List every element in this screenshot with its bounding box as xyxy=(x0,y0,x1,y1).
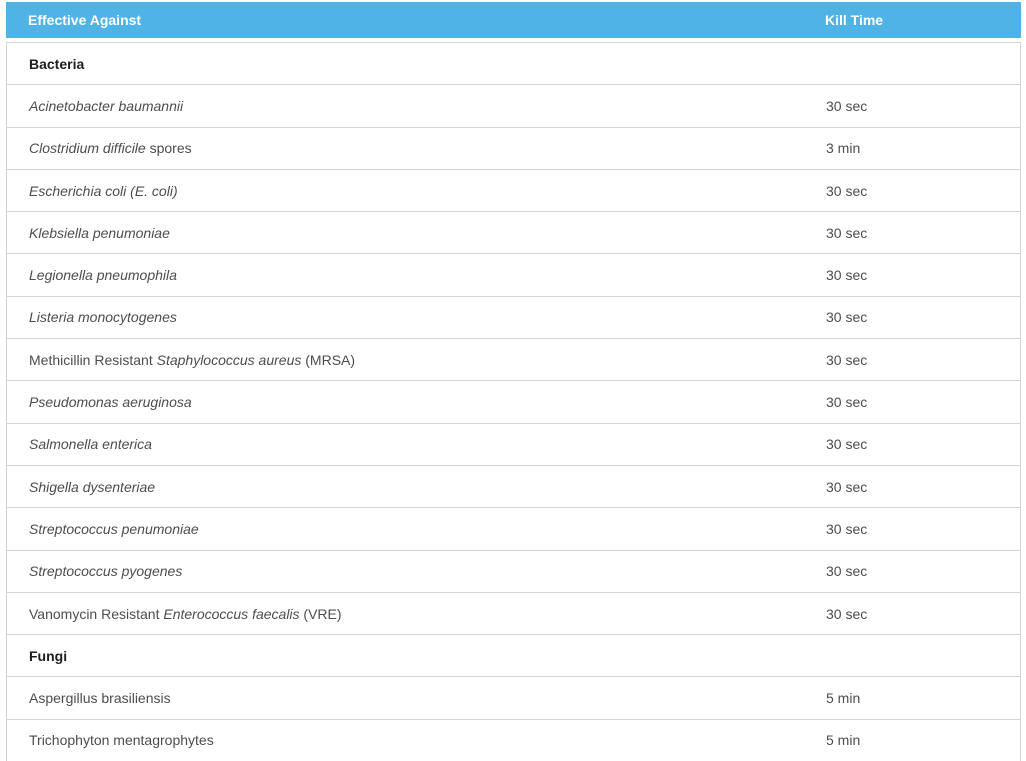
kill-time: 30 sec xyxy=(825,183,1020,199)
kill-time: 30 sec xyxy=(825,521,1020,537)
header-kill-time: Kill Time xyxy=(824,12,1021,28)
organism-name: Streptococcus penumoniae xyxy=(7,521,825,537)
organism-name-segment: Clostridium difficile xyxy=(29,140,146,156)
table-row: Streptococcus penumoniae 30 sec xyxy=(7,508,1020,550)
header-effective-against: Effective Against xyxy=(6,12,824,28)
organism-name: Shigella dysenteriae xyxy=(7,479,825,495)
organism-name: Methicillin Resistant Staphylococcus aur… xyxy=(7,352,825,368)
kill-time: 5 min xyxy=(825,732,1020,748)
section-row: Bacteria xyxy=(7,43,1020,85)
organism-name: Clostridium difficile spores xyxy=(7,140,825,156)
table-body: Bacteria Acinetobacter baumannii 30 sec Clo… xyxy=(6,42,1021,761)
organism-name-segment: (VRE) xyxy=(300,606,342,622)
organism-name: Salmonella enterica xyxy=(7,436,825,452)
section-row: Fungi xyxy=(7,635,1020,677)
kill-time: 30 sec xyxy=(825,98,1020,114)
organism-name-segment: Staphylococcus aureus xyxy=(157,352,302,368)
table-header: Effective Against Kill Time xyxy=(6,2,1021,38)
section-title: Fungi xyxy=(29,648,67,664)
table-row: Escherichia coli (E. coli) 30 sec xyxy=(7,170,1020,212)
organism-name-segment: Klebsiella penumoniae xyxy=(29,225,170,241)
table-row: Pseudomonas aeruginosa 30 sec xyxy=(7,381,1020,423)
table-row: Trichophyton mentagrophytes 5 min xyxy=(7,720,1020,761)
kill-time: 3 min xyxy=(825,140,1020,156)
organism-name-segment: Legionella pneumophila xyxy=(29,267,177,283)
organism-name: Streptococcus pyogenes xyxy=(7,563,825,579)
table-row: Clostridium difficile spores3 min xyxy=(7,128,1020,170)
organism-name: Klebsiella penumoniae xyxy=(7,225,825,241)
kill-time: 30 sec xyxy=(825,352,1020,368)
section-title-cell: Bacteria xyxy=(7,56,825,72)
organism-name-segment: Pseudomonas aeruginosa xyxy=(29,394,192,410)
organism-name-segment: Acinetobacter baumannii xyxy=(29,98,183,114)
kill-time: 5 min xyxy=(825,690,1020,706)
organism-name-segment: Vanomycin Resistant xyxy=(29,606,163,622)
table-row: Klebsiella penumoniae 30 sec xyxy=(7,212,1020,254)
kill-time: 30 sec xyxy=(825,309,1020,325)
organism-name-segment: Salmonella enterica xyxy=(29,436,152,452)
organism-name-segment: Streptococcus penumoniae xyxy=(29,521,199,537)
organism-name-segment: Streptococcus pyogenes xyxy=(29,563,182,579)
organism-name: Aspergillus brasiliensis xyxy=(7,690,825,706)
organism-name-segment: (MRSA) xyxy=(301,352,355,368)
organism-name: Trichophyton mentagrophytes xyxy=(7,732,825,748)
organism-name: Escherichia coli (E. coli) xyxy=(7,183,825,199)
organism-name: Vanomycin Resistant Enterococcus faecali… xyxy=(7,606,825,622)
table-row: Aspergillus brasiliensis 5 min xyxy=(7,677,1020,719)
table-row: Legionella pneumophila 30 sec xyxy=(7,254,1020,296)
section-title: Bacteria xyxy=(29,56,84,72)
table-row: Vanomycin Resistant Enterococcus faecali… xyxy=(7,593,1020,635)
table-row: Streptococcus pyogenes 30 sec xyxy=(7,551,1020,593)
section-title-cell: Fungi xyxy=(7,648,825,664)
organism-name-segment: Trichophyton mentagrophytes xyxy=(29,732,214,748)
table-row: Listeria monocytogenes 30 sec xyxy=(7,297,1020,339)
organism-name-segment: Shigella dysenteriae xyxy=(29,479,155,495)
organism-name: Legionella pneumophila xyxy=(7,267,825,283)
kill-time: 30 sec xyxy=(825,563,1020,579)
organism-name: Listeria monocytogenes xyxy=(7,309,825,325)
table-row: Shigella dysenteriae 30 sec xyxy=(7,466,1020,508)
kill-time: 30 sec xyxy=(825,436,1020,452)
organism-name-segment: Aspergillus brasiliensis xyxy=(29,690,171,706)
kill-time: 30 sec xyxy=(825,267,1020,283)
effective-against-table: Effective Against Kill Time Bacteria Acin… xyxy=(6,2,1021,761)
organism-name: Acinetobacter baumannii xyxy=(7,98,825,114)
organism-name-segment: spores xyxy=(146,140,192,156)
kill-time: 30 sec xyxy=(825,394,1020,410)
kill-time: 30 sec xyxy=(825,479,1020,495)
organism-name-segment: Methicillin Resistant xyxy=(29,352,157,368)
kill-time: 30 sec xyxy=(825,606,1020,622)
organism-name-segment: Listeria monocytogenes xyxy=(29,309,177,325)
organism-name-segment: Enterococcus faecalis xyxy=(163,606,299,622)
table-row: Salmonella enterica 30 sec xyxy=(7,424,1020,466)
table-row: Acinetobacter baumannii 30 sec xyxy=(7,85,1020,127)
kill-time: 30 sec xyxy=(825,225,1020,241)
table-row: Methicillin Resistant Staphylococcus aur… xyxy=(7,339,1020,381)
organism-name-segment: Escherichia coli (E. coli) xyxy=(29,183,178,199)
organism-name: Pseudomonas aeruginosa xyxy=(7,394,825,410)
